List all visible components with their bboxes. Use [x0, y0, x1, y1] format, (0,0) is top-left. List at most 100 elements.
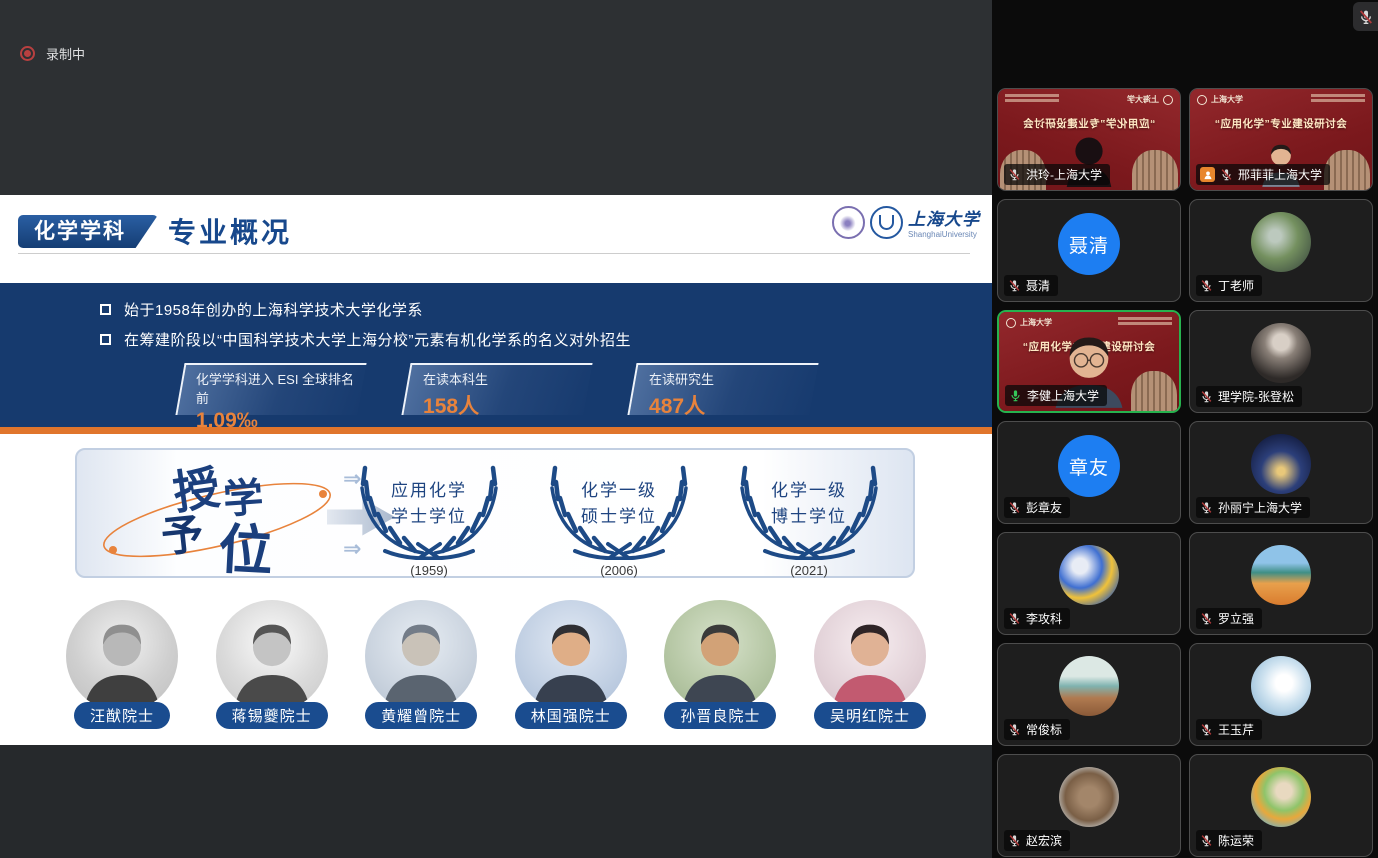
participant-tile[interactable]: 理学院-张登松	[1189, 310, 1373, 413]
participant-name: 洪玲-上海大学	[1026, 166, 1102, 183]
participant-name: 罗立强	[1218, 610, 1254, 627]
slide-title-badge: 化学学科	[18, 215, 158, 248]
photo-avatar	[1251, 323, 1311, 383]
backdrop-header: 上海大学	[1006, 317, 1172, 328]
stat-label: 化学学科进入 ESI 全球排名前	[196, 369, 360, 407]
participant-name: 理学院-张登松	[1218, 388, 1294, 405]
participant-name: 聂清	[1026, 277, 1050, 294]
participant-tile[interactable]: 章友彭章友	[997, 421, 1181, 524]
name-label: 李健上海大学	[1005, 385, 1107, 406]
participant-tile[interactable]: 李攻科	[997, 532, 1181, 635]
calligraphy-char: 予	[158, 500, 206, 565]
stat-box: 化学学科进入 ESI 全球排名前1.09‰	[175, 363, 366, 415]
shared-screen-letterbox	[0, 745, 992, 858]
bullet-text: 在筹建阶段以“中国科学技术大学上海分校”元素有机化学系的名义对外招生	[124, 329, 631, 350]
photo-avatar	[1251, 767, 1311, 827]
academicians-row: 汪猷院士蒋锡夔院士黄耀曾院士林国强院士孙晋良院士吴明红院士	[64, 600, 928, 740]
motto-line	[1005, 94, 1059, 97]
stat-value: 487人	[649, 390, 813, 420]
building-icon	[1324, 150, 1370, 190]
mic-muted-icon	[1008, 834, 1021, 847]
motto-line	[1118, 322, 1172, 325]
name-label: 孙丽宁上海大学	[1196, 497, 1310, 518]
degree-line2: 学士学位	[345, 502, 513, 527]
shared-screen: 录制中 化学学科 专业概况 上海大学 ShanghaiUniversity 始于…	[0, 0, 992, 858]
mic-muted-icon	[1200, 834, 1213, 847]
backdrop-title: “应用化学”专业建设研讨会	[1193, 116, 1369, 131]
name-label: 洪玲-上海大学	[1004, 164, 1110, 185]
participant-tile[interactable]: 上海大学“应用化学”专业建设研讨会李健上海大学	[997, 310, 1181, 413]
mic-muted-button[interactable]	[1353, 2, 1378, 31]
recording-label: 录制中	[46, 44, 85, 63]
academician-name-badge: 林国强院士	[515, 702, 627, 729]
participant-tile[interactable]: 陈运荣	[1189, 754, 1373, 857]
bullet-item: 始于1958年创办的上海科学技术大学化学系	[100, 299, 631, 320]
stat-box: 在读本科生158人	[401, 363, 592, 415]
calligraphy-char: 位	[217, 505, 275, 587]
academician-name-badge: 蒋锡夔院士	[216, 702, 328, 729]
seal-icon	[1163, 95, 1173, 105]
stat-label: 在读本科生	[423, 369, 587, 388]
academician: 孙晋良院士	[662, 600, 778, 740]
participant-name: 彭章友	[1026, 499, 1062, 516]
building-icon	[1132, 150, 1178, 190]
photo-avatar	[1059, 545, 1119, 605]
slide-title: 专业概况	[168, 211, 292, 251]
recording-indicator[interactable]: 录制中	[20, 44, 85, 63]
bullet-item: 在筹建阶段以“中国科学技术大学上海分校”元素有机化学系的名义对外招生	[100, 329, 631, 350]
slide: 化学学科 专业概况 上海大学 ShanghaiUniversity 始于1958…	[0, 195, 992, 745]
mic-muted-icon	[1200, 723, 1213, 736]
photo-avatar	[1059, 656, 1119, 716]
participant-tile[interactable]: 丁老师	[1189, 199, 1373, 302]
motto-line	[1311, 94, 1365, 97]
participant-name: 陈运荣	[1218, 832, 1254, 849]
participant-tile[interactable]: 常俊标	[997, 643, 1181, 746]
mic-muted-icon	[1200, 390, 1213, 403]
person-badge-icon	[1200, 167, 1215, 182]
degree-line2: 硕士学位	[535, 502, 703, 527]
name-label: 常俊标	[1004, 719, 1070, 740]
university-name: 上海大学	[908, 205, 980, 230]
degree-wreath: 化学一级博士学位(2021)	[725, 456, 893, 578]
seal-icon	[1197, 95, 1207, 105]
degree-year: (2006)	[535, 563, 703, 578]
academician-photo	[216, 600, 328, 712]
academician: 汪猷院士	[64, 600, 180, 740]
academician-photo	[515, 600, 627, 712]
participant-tile[interactable]: 上海大学“应用化学”专业建设研讨会洪玲-上海大学	[997, 88, 1181, 191]
mic-muted-icon	[1008, 279, 1021, 292]
name-label: 陈运荣	[1196, 830, 1262, 851]
participants-panel: 上海大学“应用化学”专业建设研讨会洪玲-上海大学上海大学“应用化学”专业建设研讨…	[992, 0, 1378, 858]
participant-tile[interactable]: 王玉芹	[1189, 643, 1373, 746]
name-label: 丁老师	[1196, 275, 1262, 296]
mic-muted-icon	[1220, 168, 1233, 181]
degree-wreaths: 应用化学学士学位(1959)化学一级硕士学位(2006)化学一级博士学位(202…	[345, 456, 893, 578]
participant-tile[interactable]: 罗立强	[1189, 532, 1373, 635]
mic-muted-icon	[1200, 612, 1213, 625]
photo-avatar	[1059, 767, 1119, 827]
degree-year: (2021)	[725, 563, 893, 578]
intro-panel: 始于1958年创办的上海科学技术大学化学系在筹建阶段以“中国科学技术大学上海分校…	[0, 283, 992, 427]
initials-avatar: 聂清	[1058, 213, 1120, 275]
backdrop-motto-lines	[1118, 317, 1172, 327]
backdrop-motto-lines	[1311, 94, 1365, 104]
participant-name: 孙丽宁上海大学	[1218, 499, 1302, 516]
mic-muted-icon	[1200, 279, 1213, 292]
mic-on-icon	[1009, 389, 1022, 402]
stat-label: 在读研究生	[649, 369, 813, 388]
degree-line2: 博士学位	[725, 502, 893, 527]
university-name-en: ShanghaiUniversity	[908, 230, 980, 239]
backdrop-university-logo: 上海大学	[1127, 94, 1173, 105]
participant-tile[interactable]: 上海大学“应用化学”专业建设研讨会邢菲菲上海大学	[1189, 88, 1373, 191]
participant-name: 赵宏滨	[1026, 832, 1062, 849]
name-label: 聂清	[1004, 275, 1058, 296]
stat-box: 在读研究生487人	[627, 363, 818, 415]
participant-name: 李健上海大学	[1027, 387, 1099, 404]
participant-tile[interactable]: 孙丽宁上海大学	[1189, 421, 1373, 524]
participant-tile[interactable]: 聂清聂清	[997, 199, 1181, 302]
mic-muted-icon	[1200, 501, 1213, 514]
stat-boxes: 化学学科进入 ESI 全球排名前1.09‰在读本科生158人在读研究生487人	[180, 363, 814, 415]
stat-value: 158人	[423, 390, 587, 420]
participant-tile[interactable]: 赵宏滨	[997, 754, 1181, 857]
motto-line	[1311, 99, 1365, 102]
